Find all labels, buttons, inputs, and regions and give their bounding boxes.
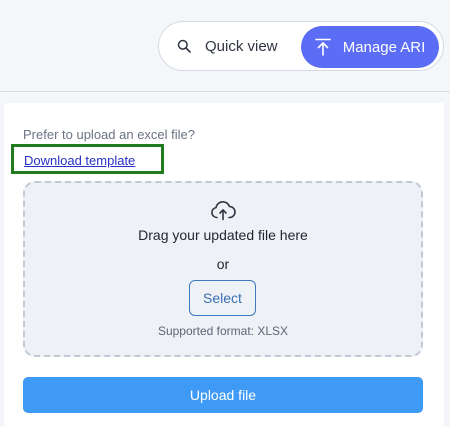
header-divider bbox=[0, 91, 450, 92]
download-template-highlight: Download template bbox=[11, 144, 164, 174]
file-dropzone[interactable]: Drag your updated file here or Select Su… bbox=[23, 181, 423, 357]
view-toggle: Quick view Manage ARI bbox=[158, 21, 444, 71]
upload-file-button[interactable]: Upload file bbox=[23, 377, 423, 413]
ari-upload-page: Quick view Manage ARI Prefer to upload a… bbox=[0, 0, 450, 427]
select-file-button[interactable]: Select bbox=[189, 280, 256, 316]
supported-format-note: Supported format: XLSX bbox=[157, 324, 289, 338]
upload-card: Prefer to upload an excel file? Download… bbox=[4, 103, 444, 427]
upload-arrow-icon bbox=[314, 38, 331, 56]
drag-instruction: Drag your updated file here bbox=[138, 227, 308, 243]
manage-ari-label: Manage ARI bbox=[342, 38, 426, 56]
quick-view-label: Quick view bbox=[205, 37, 278, 55]
upload-prompt: Prefer to upload an excel file? bbox=[23, 127, 195, 142]
search-icon bbox=[177, 39, 191, 53]
manage-ari-button[interactable]: Manage ARI bbox=[301, 26, 439, 68]
download-template-link[interactable]: Download template bbox=[24, 153, 135, 168]
cloud-upload-icon bbox=[210, 201, 236, 221]
or-separator: or bbox=[216, 256, 230, 272]
quick-view-button[interactable]: Quick view bbox=[159, 22, 292, 70]
